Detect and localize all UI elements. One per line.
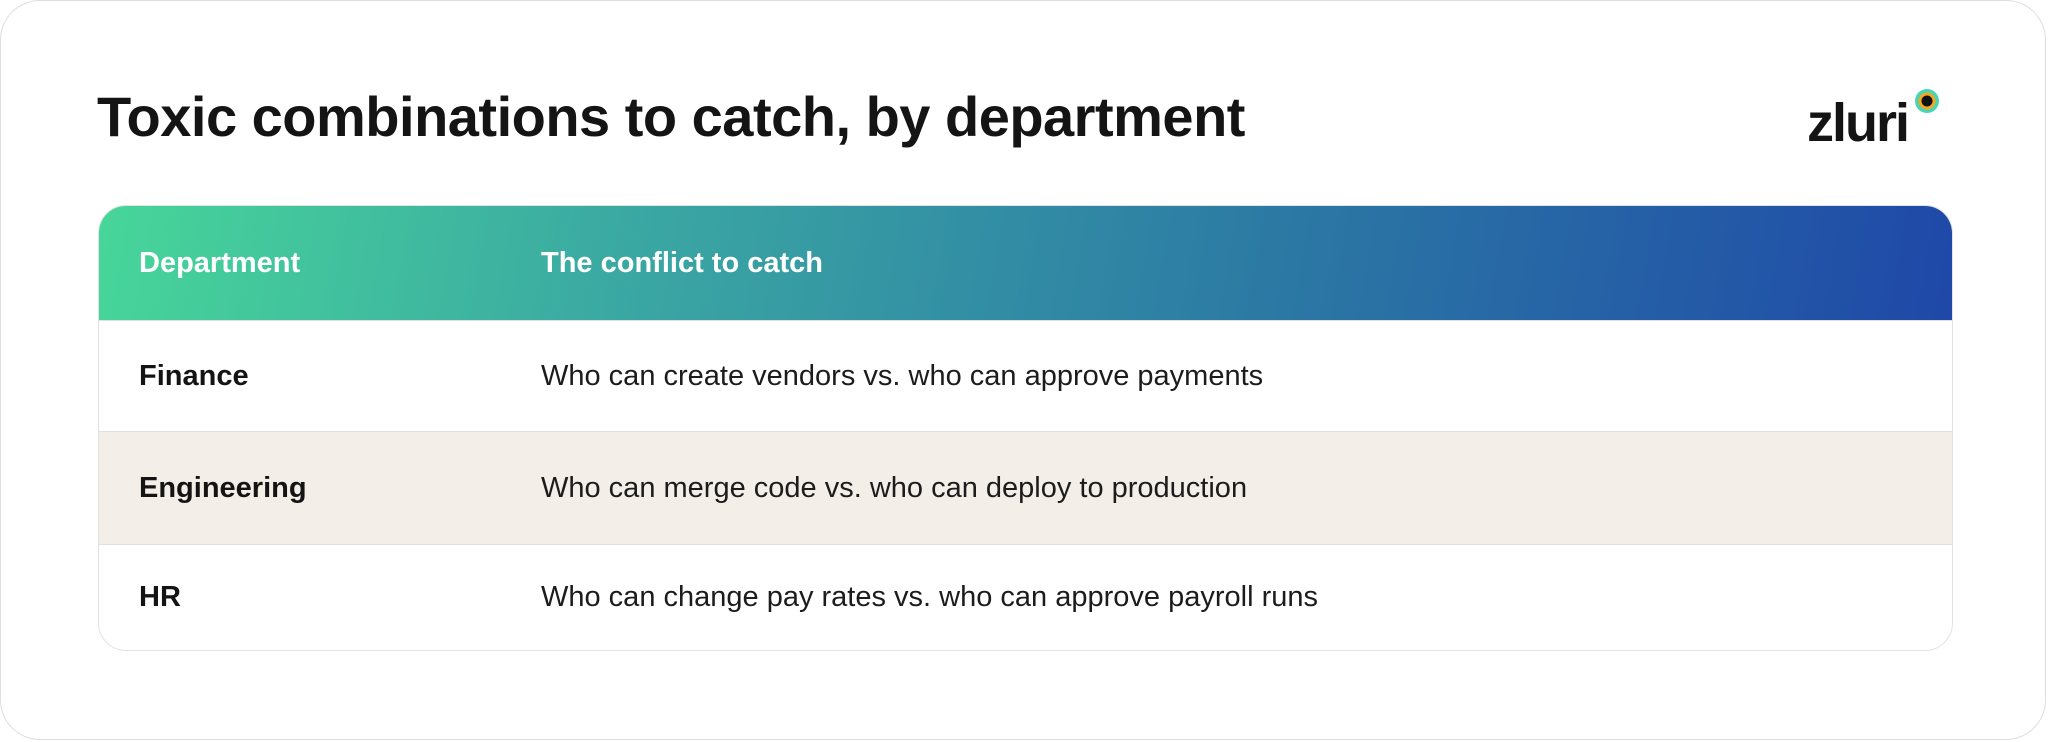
- zluri-logo-icon: zluri: [1807, 89, 1939, 147]
- brand-logo: zluri: [1803, 87, 1953, 147]
- cell-department: HR: [139, 581, 181, 613]
- table-row: Engineering Who can merge code vs. who c…: [99, 431, 1952, 544]
- cell-department: Engineering: [139, 471, 307, 504]
- header-conflict: The conflict to catch: [541, 247, 823, 279]
- table-row: HR Who can change pay rates vs. who can …: [99, 544, 1952, 650]
- page-title: Toxic combinations to catch, by departme…: [97, 85, 1245, 148]
- cell-conflict: Who can merge code vs. who can deploy to…: [541, 471, 1248, 504]
- infographic-card: Toxic combinations to catch, by departme…: [0, 0, 2046, 740]
- table-header-row: Department The conflict to catch: [99, 206, 1952, 320]
- cell-department: Finance: [139, 359, 249, 392]
- brand-logo-text: zluri: [1807, 93, 1908, 147]
- header-department: Department: [139, 247, 301, 279]
- conflict-table: Department The conflict to catch Finance…: [98, 205, 1953, 651]
- table-row: Finance Who can create vendors vs. who c…: [99, 320, 1952, 431]
- cell-conflict: Who can create vendors vs. who can appro…: [541, 359, 1264, 392]
- cell-conflict: Who can change pay rates vs. who can app…: [541, 581, 1318, 613]
